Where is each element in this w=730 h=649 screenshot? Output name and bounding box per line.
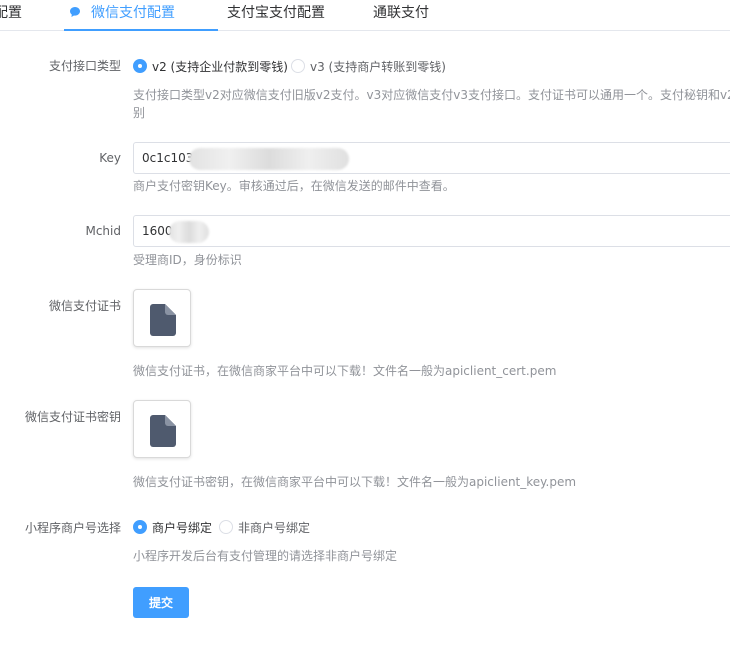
active-tab-indicator <box>64 29 218 31</box>
radio-non-merchant-bound[interactable]: 非商户号绑定 <box>219 519 310 535</box>
tab-config-label: 配置 <box>0 5 22 21</box>
key-input[interactable]: 0c1c103 <box>133 142 730 174</box>
radio-interface-v3[interactable]: v3 (支持商户转账到零钱) <box>291 58 446 74</box>
mchid-label: Mchid <box>85 224 121 238</box>
tab-alipay-label: 支付宝支付配置 <box>227 5 325 21</box>
radio-dot <box>133 520 147 534</box>
tab-config[interactable]: 配置 <box>0 0 22 31</box>
radio-dot <box>133 59 147 73</box>
cert-label: 微信支付证书 <box>48 299 121 313</box>
radio-dot <box>291 59 305 73</box>
radio-interface-v3-label: v3 (支持商户转账到零钱) <box>310 59 446 74</box>
tab-allinpay[interactable]: 通联支付 <box>373 0 429 31</box>
radio-merchant-bound-label: 商户号绑定 <box>152 520 213 535</box>
file-icon <box>150 304 176 336</box>
tab-alipay[interactable]: 支付宝支付配置 <box>227 0 325 31</box>
redacted-blur <box>168 220 209 243</box>
cert-help: 微信支付证书，在微信商家平台中可以下载！文件名一般为apiclient_cert… <box>133 364 557 378</box>
radio-interface-v2-label: v2 (支持企业付款到零钱) <box>152 59 288 74</box>
cert-key-help: 微信支付证书密钥，在微信商家平台中可以下载！文件名一般为apiclient_ke… <box>133 475 577 489</box>
interface-type-help-line2: 别 <box>133 106 146 120</box>
mchid-help: 受理商ID，身份标识 <box>133 253 242 267</box>
tab-allinpay-label: 通联支付 <box>373 5 429 21</box>
cert-key-label: 微信支付证书密钥 <box>24 410 121 424</box>
key-help: 商户支付密钥Key。审核通过后，在微信发送的邮件中查看。 <box>133 179 455 193</box>
tab-wechat-pay-label: 微信支付配置 <box>91 5 175 21</box>
chat-bubble-icon <box>70 7 80 17</box>
radio-interface-v2[interactable]: v2 (支持企业付款到零钱) <box>133 58 288 74</box>
interface-type-label: 支付接口类型 <box>48 59 121 73</box>
cert-upload-button[interactable] <box>133 289 191 347</box>
tab-bar: 配置 微信支付配置 支付宝支付配置 通联支付 <box>0 0 730 31</box>
key-input-value: 0c1c103 <box>142 151 194 165</box>
interface-type-help-line1: 支付接口类型v2对应微信支付旧版v2支付。v3对应微信支付v3支付接口。支付证书… <box>133 88 730 102</box>
radio-non-merchant-bound-label: 非商户号绑定 <box>238 520 311 535</box>
cert-key-upload-button[interactable] <box>133 400 191 458</box>
tab-wechat-pay[interactable]: 微信支付配置 <box>69 0 175 31</box>
file-icon <box>150 415 176 447</box>
key-label: Key <box>99 151 121 165</box>
radio-dot <box>219 520 233 534</box>
radio-merchant-bound[interactable]: 商户号绑定 <box>133 519 212 535</box>
mini-program-label: 小程序商户号选择 <box>24 521 121 535</box>
mini-program-help: 小程序开发后台有支付管理的请选择非商户号绑定 <box>133 549 398 563</box>
mchid-input-value: 1600 <box>142 224 173 238</box>
submit-button[interactable]: 提交 <box>133 587 189 618</box>
mchid-input[interactable]: 1600 <box>133 215 730 247</box>
redacted-blur <box>189 147 350 170</box>
